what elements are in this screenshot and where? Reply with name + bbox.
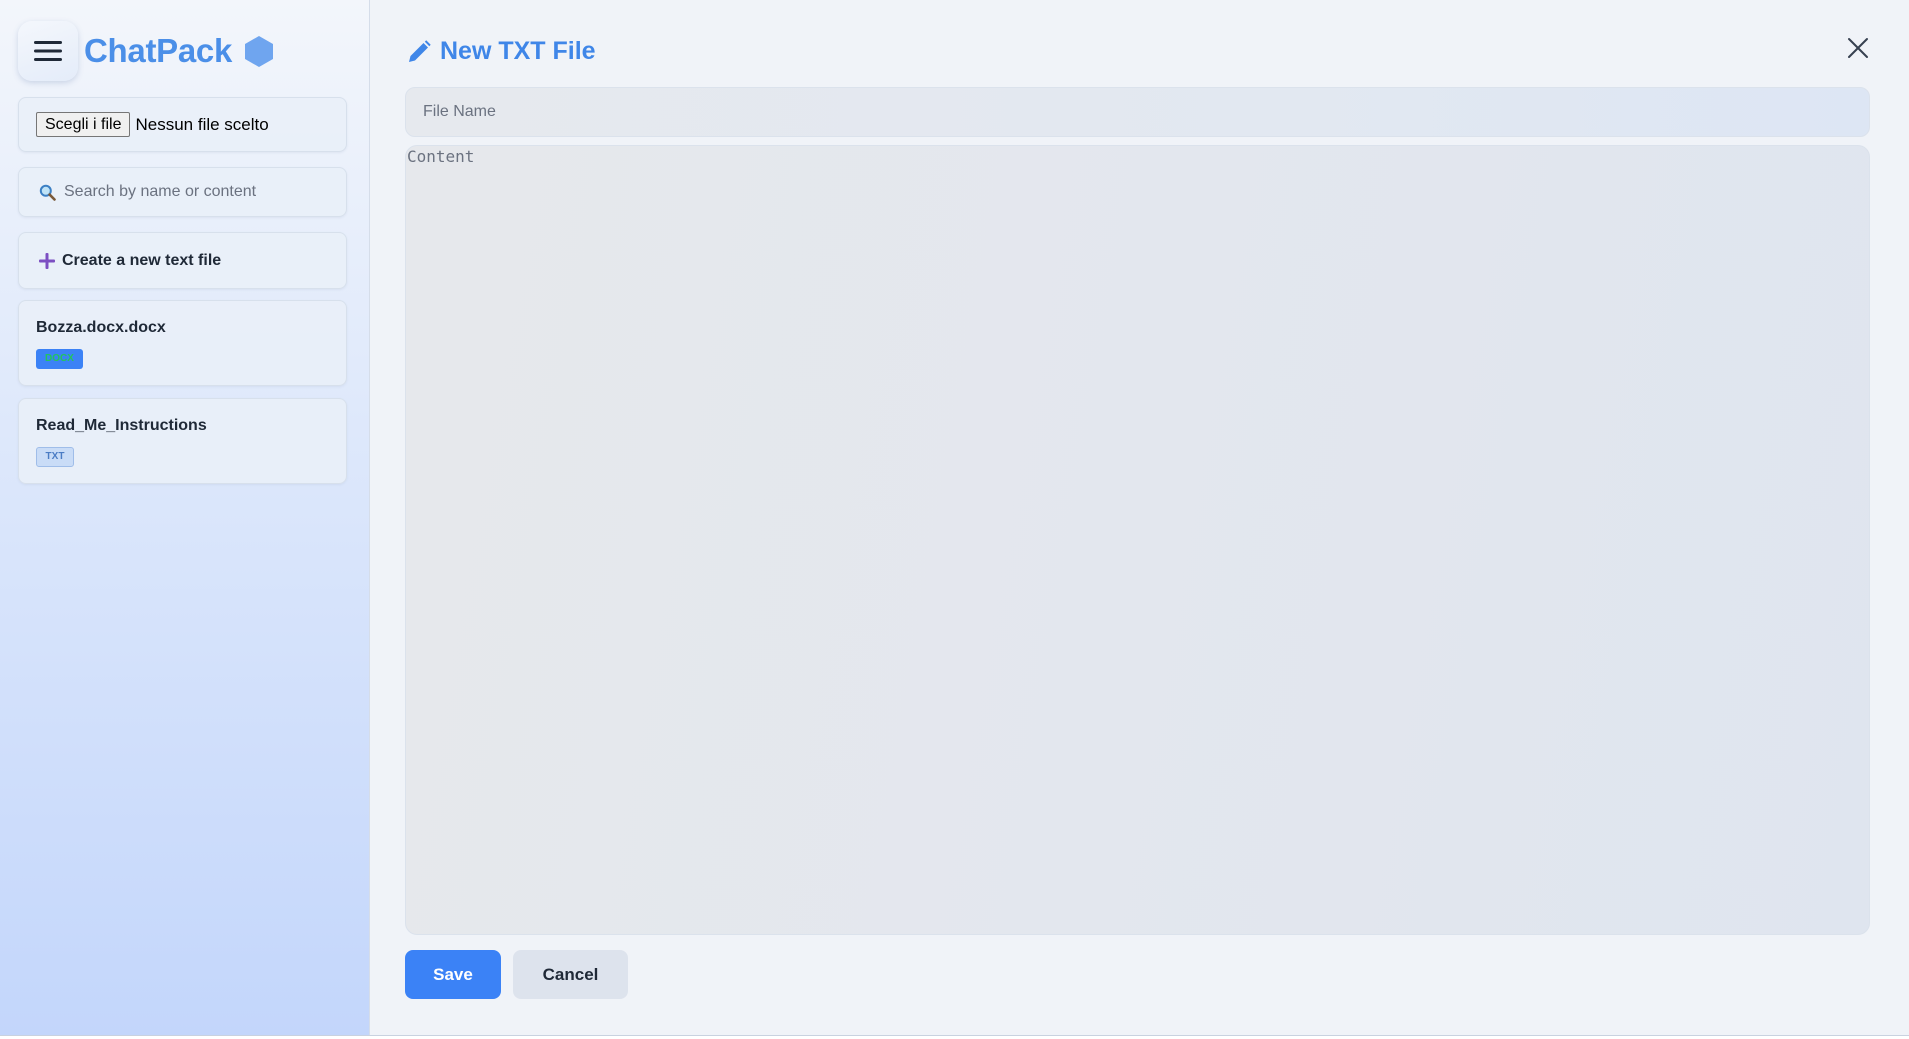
save-button[interactable]: Save bbox=[405, 950, 501, 999]
editor-header: New TXT File bbox=[407, 37, 596, 66]
file-name: Bozza.docx.docx bbox=[36, 319, 166, 336]
choose-files-button[interactable]: Scegli i file bbox=[36, 112, 131, 137]
file-type-badge: TXT bbox=[36, 447, 74, 467]
hexagon-icon bbox=[245, 35, 274, 67]
create-text-file-label: Create a new text file bbox=[62, 251, 222, 269]
pencil-icon bbox=[409, 39, 431, 62]
brand-row: ChatPack bbox=[18, 21, 274, 81]
search-box bbox=[18, 167, 347, 217]
file-list-item[interactable]: Read_Me_Instructions TXT bbox=[18, 398, 347, 484]
editor-panel: New TXT File Save Cancel bbox=[370, 0, 1909, 1035]
close-icon[interactable] bbox=[1847, 37, 1869, 59]
file-list-item[interactable]: Bozza.docx.docx DOCX bbox=[18, 300, 347, 386]
file-upload-card: Scegli i file Nessun file scelto bbox=[18, 97, 347, 152]
app-title: ChatPack bbox=[84, 32, 233, 69]
file-upload-status: Nessun file scelto bbox=[135, 114, 269, 134]
menu-button[interactable] bbox=[18, 21, 78, 81]
cancel-button[interactable]: Cancel bbox=[513, 950, 628, 999]
hamburger-icon bbox=[34, 41, 62, 61]
file-name-input[interactable] bbox=[405, 87, 1870, 137]
create-text-file-button[interactable]: Create a new text file bbox=[18, 232, 347, 289]
plus-icon bbox=[39, 252, 55, 269]
sidebar: ChatPack Scegli i file Nessun file scelt… bbox=[0, 0, 370, 1035]
file-type-badge: DOCX bbox=[36, 349, 83, 369]
app-window: ChatPack Scegli i file Nessun file scelt… bbox=[0, 0, 1909, 1036]
content-textarea[interactable] bbox=[405, 145, 1870, 935]
file-name: Read_Me_Instructions bbox=[36, 417, 207, 434]
search-input[interactable] bbox=[64, 183, 334, 201]
magnifier-icon bbox=[39, 184, 56, 201]
editor-title: New TXT File bbox=[440, 37, 596, 65]
